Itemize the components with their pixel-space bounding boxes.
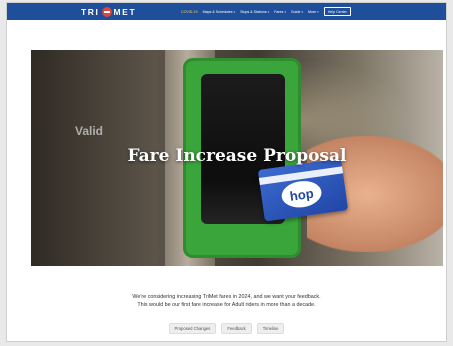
nav-stops-stations-label: Stops & Stations bbox=[240, 9, 267, 14]
browser-page: TRI MET COVID-19 Maps & Schedules ▾ Stop… bbox=[6, 2, 447, 342]
page-title: Fare Increase Proposal bbox=[127, 146, 347, 166]
section-tabs: Proposed Changes Feedback Timeline bbox=[7, 323, 446, 334]
intro-line-1: We're considering increasing TriMet fare… bbox=[132, 294, 321, 300]
nav-fares[interactable]: Fares ▾ bbox=[274, 10, 286, 14]
chevron-down-icon: ▾ bbox=[301, 9, 303, 14]
main-nav: COVID-19 Maps & Schedules ▾ Stops & Stat… bbox=[181, 3, 351, 20]
top-navbar: TRI MET COVID-19 Maps & Schedules ▾ Stop… bbox=[7, 3, 446, 20]
logo-mark-icon bbox=[101, 6, 112, 17]
chevron-down-icon: ▾ bbox=[233, 9, 236, 14]
nav-guide[interactable]: Guide ▾ bbox=[291, 10, 303, 14]
nav-stops-stations[interactable]: Stops & Stations ▾ bbox=[240, 10, 269, 14]
nav-more-label: More bbox=[307, 9, 317, 14]
chevron-down-icon: ▾ bbox=[267, 9, 270, 14]
trimet-logo[interactable]: TRI MET bbox=[81, 3, 136, 20]
chevron-down-icon: ▾ bbox=[284, 9, 286, 14]
nav-covid[interactable]: COVID-19 bbox=[181, 10, 198, 14]
tab-feedback[interactable]: Feedback bbox=[221, 323, 252, 334]
help-center-button[interactable]: Help Center bbox=[323, 7, 351, 16]
nav-covid-label: COVID-19 bbox=[181, 9, 198, 14]
nav-guide-label: Guide bbox=[290, 9, 301, 14]
hero-banner: Valid hop Fare Increase Proposal bbox=[31, 50, 443, 266]
nav-more[interactable]: More ▾ bbox=[308, 10, 319, 14]
intro-line-2: This would be our first fare increase fo… bbox=[137, 302, 316, 308]
nav-maps-schedules-label: Maps & Schedules bbox=[202, 9, 233, 14]
nav-fares-label: Fares bbox=[274, 9, 284, 14]
chevron-down-icon: ▾ bbox=[317, 9, 319, 14]
intro-text: We're considering increasing TriMet fare… bbox=[7, 293, 446, 309]
nav-maps-schedules[interactable]: Maps & Schedules ▾ bbox=[203, 10, 235, 14]
logo-text-left: TRI bbox=[81, 6, 100, 17]
hop-card-logo: hop bbox=[279, 178, 324, 210]
logo-text-right: MET bbox=[113, 6, 137, 17]
tab-timeline[interactable]: Timeline bbox=[256, 323, 285, 334]
tab-proposed-changes[interactable]: Proposed Changes bbox=[168, 323, 217, 334]
reader-valid-text: Valid bbox=[75, 124, 104, 138]
